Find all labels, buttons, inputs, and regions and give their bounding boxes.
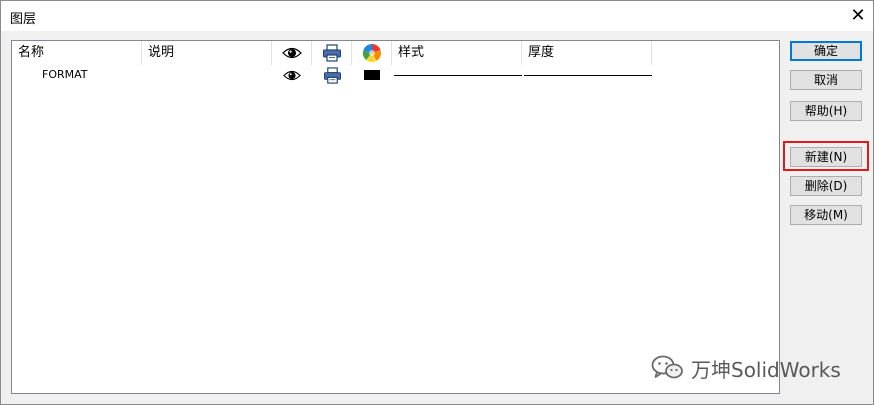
layers-dialog: 图层 ✕ 名称 说明 样式 厚度 FORMAT 确定 取消 帮助(H) 新建(N…	[0, 0, 874, 405]
dialog-title: 图层	[10, 12, 37, 27]
ok-button[interactable]: 确定	[790, 41, 862, 61]
layer-visibility-toggle[interactable]	[272, 65, 312, 85]
help-button[interactable]: 帮助(H)	[790, 101, 862, 121]
list-header: 名称 说明 样式 厚度	[12, 41, 779, 65]
layer-style-sample[interactable]	[394, 75, 522, 76]
eye-icon	[281, 47, 302, 59]
column-header-thickness[interactable]: 厚度	[522, 41, 652, 65]
move-layer-button[interactable]: 移动(M)	[790, 205, 862, 225]
watermark: 万坤SolidWorks	[651, 353, 841, 383]
watermark-text: 万坤SolidWorks	[691, 357, 841, 382]
layer-print-toggle[interactable]	[312, 65, 352, 85]
delete-layer-button[interactable]: 删除(D)	[790, 176, 862, 196]
layer-description	[142, 65, 272, 85]
wechat-icon	[651, 355, 683, 379]
column-header-print[interactable]	[312, 41, 352, 65]
printer-icon	[322, 44, 341, 62]
column-header-visibility[interactable]	[272, 41, 312, 65]
column-header-color[interactable]	[352, 41, 392, 65]
eye-icon	[283, 70, 301, 80]
layer-color-swatch-cell[interactable]	[352, 65, 392, 85]
cancel-button[interactable]: 取消	[790, 70, 862, 90]
layer-thickness-sample[interactable]	[524, 75, 652, 76]
column-header-description[interactable]: 说明	[142, 41, 272, 65]
layer-list[interactable]: 名称 说明 样式 厚度 FORMAT	[11, 40, 780, 394]
close-button[interactable]: ✕	[845, 3, 871, 29]
layer-name: FORMAT	[42, 68, 88, 81]
column-header-name[interactable]: 名称	[12, 41, 142, 65]
color-swatch	[364, 70, 380, 80]
column-header-style[interactable]: 样式	[392, 41, 522, 65]
layer-row[interactable]: FORMAT	[12, 65, 779, 85]
printer-icon	[323, 66, 341, 84]
new-layer-button[interactable]: 新建(N)	[790, 147, 862, 167]
color-wheel-icon	[362, 44, 381, 62]
title-bar: 图层 ✕	[1, 1, 873, 31]
